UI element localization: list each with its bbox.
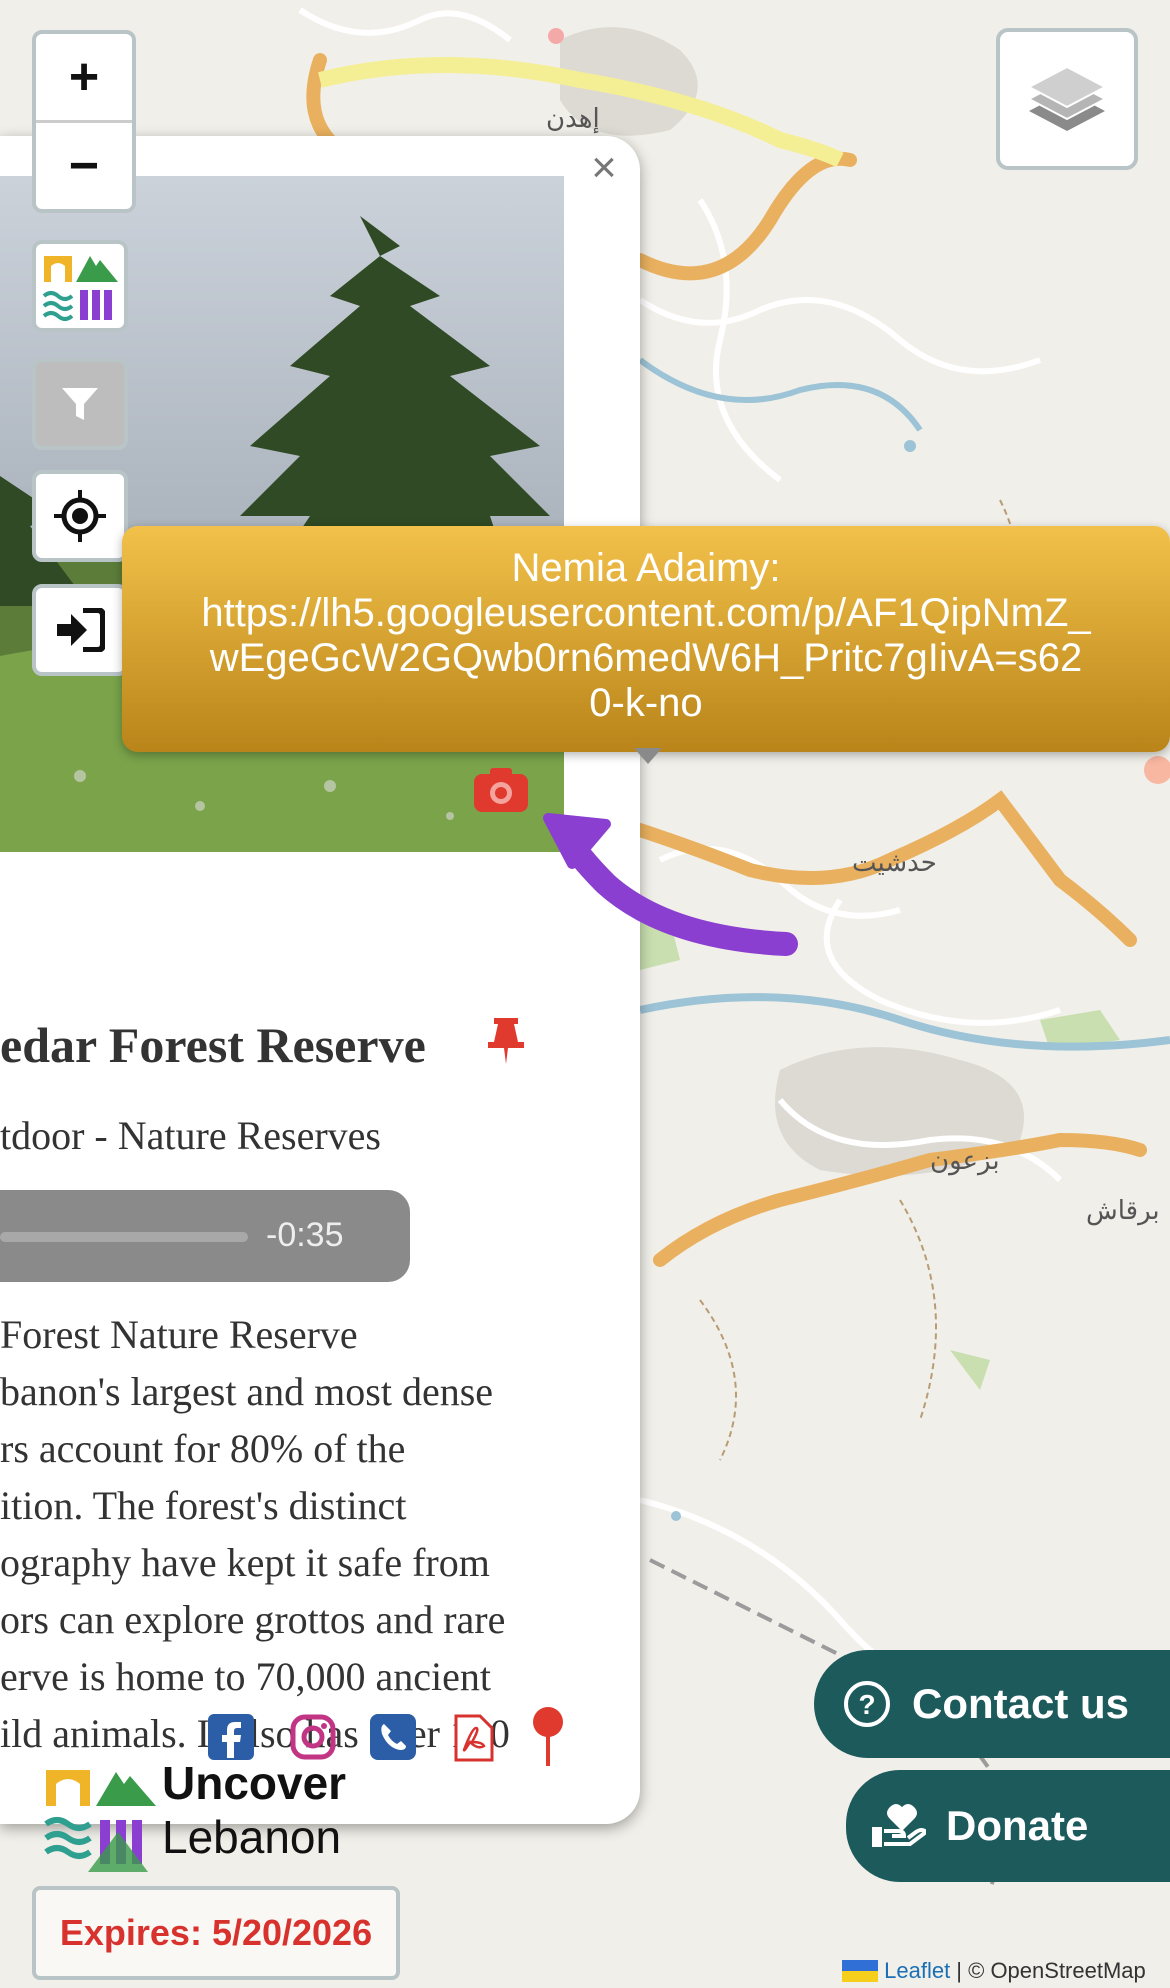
contact-us-button[interactable]: ? Contact us [814, 1650, 1170, 1758]
camera-icon [474, 768, 528, 812]
svg-text:?: ? [858, 1689, 875, 1720]
tooltip-line: wEgeGcW2GQwb0rn6medW6H_Pritc7gIivA=s62 [209, 636, 1083, 680]
pin-icon[interactable] [486, 1016, 526, 1066]
brand-line-2: Lebanon [162, 1811, 342, 1863]
donate-button[interactable]: Donate [846, 1770, 1170, 1882]
description-line: ors can explore grottos and rare [0, 1597, 506, 1642]
tooltip-line: Nemia Adaimy: [511, 546, 781, 590]
sign-in-icon [57, 608, 105, 652]
photo-credit-tooltip: Nemia Adaimy: https://lh5.googleusercont… [122, 526, 1170, 752]
town-label-barkach: برقاش [1086, 1196, 1160, 1226]
layers-button[interactable] [996, 28, 1138, 170]
place-category: tdoor - Nature Reserves [0, 1113, 381, 1158]
description-line: rs account for 80% of the [0, 1426, 406, 1471]
place-description: Forest Nature Reserve banon's largest an… [0, 1306, 600, 1762]
filter-button[interactable] [32, 358, 128, 450]
description-line: banon's largest and most dense [0, 1369, 494, 1414]
place-title: edar Forest Reserve [0, 1017, 426, 1073]
category-filter-button[interactable] [32, 240, 128, 332]
expiration-badge: Expires: 5/20/2026 [32, 1886, 400, 1980]
leaflet-link[interactable]: Leaflet [884, 1958, 950, 1983]
zoom-control: + − [32, 30, 136, 213]
popup-close-button[interactable]: × [582, 146, 626, 190]
instagram-icon[interactable] [290, 1714, 338, 1762]
map-attribution: Leaflet | © OpenStreetMap [842, 1958, 1146, 1984]
question-circle-icon: ? [844, 1681, 890, 1727]
uncover-lebanon-categories-icon [42, 256, 118, 321]
zoom-out-button[interactable]: − [36, 120, 132, 209]
audio-time-remaining: -0:35 [266, 1216, 344, 1254]
description-line: ography have kept it safe from [0, 1540, 490, 1585]
facebook-icon[interactable] [208, 1714, 256, 1762]
town-label-bazoun: بزعون [930, 1146, 1000, 1176]
tooltip-line: https://lh5.googleusercontent.com/p/AF1Q… [201, 591, 1091, 635]
attribution-text: | © OpenStreetMap [950, 1958, 1146, 1983]
crosshair-icon [54, 490, 106, 542]
layers-icon [1026, 65, 1108, 131]
description-line: ition. The forest's distinct [0, 1483, 407, 1528]
phone-icon[interactable] [370, 1714, 418, 1762]
town-label-hadchit: حدشيت [852, 848, 937, 878]
ukraine-flag-icon [842, 1960, 878, 1982]
login-button[interactable] [32, 584, 128, 676]
brand-line-1: Uncover [162, 1757, 347, 1809]
description-line: erve is home to 70,000 ancient [0, 1654, 491, 1699]
audio-progress-track[interactable] [0, 1232, 248, 1242]
description-line: Forest Nature Reserve [0, 1312, 358, 1357]
brand-logo-icon [44, 1770, 156, 1872]
location-pin-icon[interactable] [530, 1706, 566, 1768]
town-label-ehden: إهدن [546, 104, 600, 134]
tooltip-pointer [634, 748, 662, 764]
locate-me-button[interactable] [32, 470, 128, 562]
heart-hand-icon [872, 1804, 926, 1847]
zoom-in-button[interactable]: + [36, 34, 132, 120]
contact-us-label: Contact us [912, 1680, 1130, 1727]
pdf-icon[interactable] [450, 1714, 498, 1762]
filter-funnel-icon [62, 388, 98, 420]
purple-arrow-annotation [543, 813, 798, 956]
tooltip-line: 0-k-no [589, 681, 703, 725]
donate-label: Donate [946, 1802, 1089, 1849]
audio-player[interactable]: -0:35 [0, 1190, 410, 1282]
